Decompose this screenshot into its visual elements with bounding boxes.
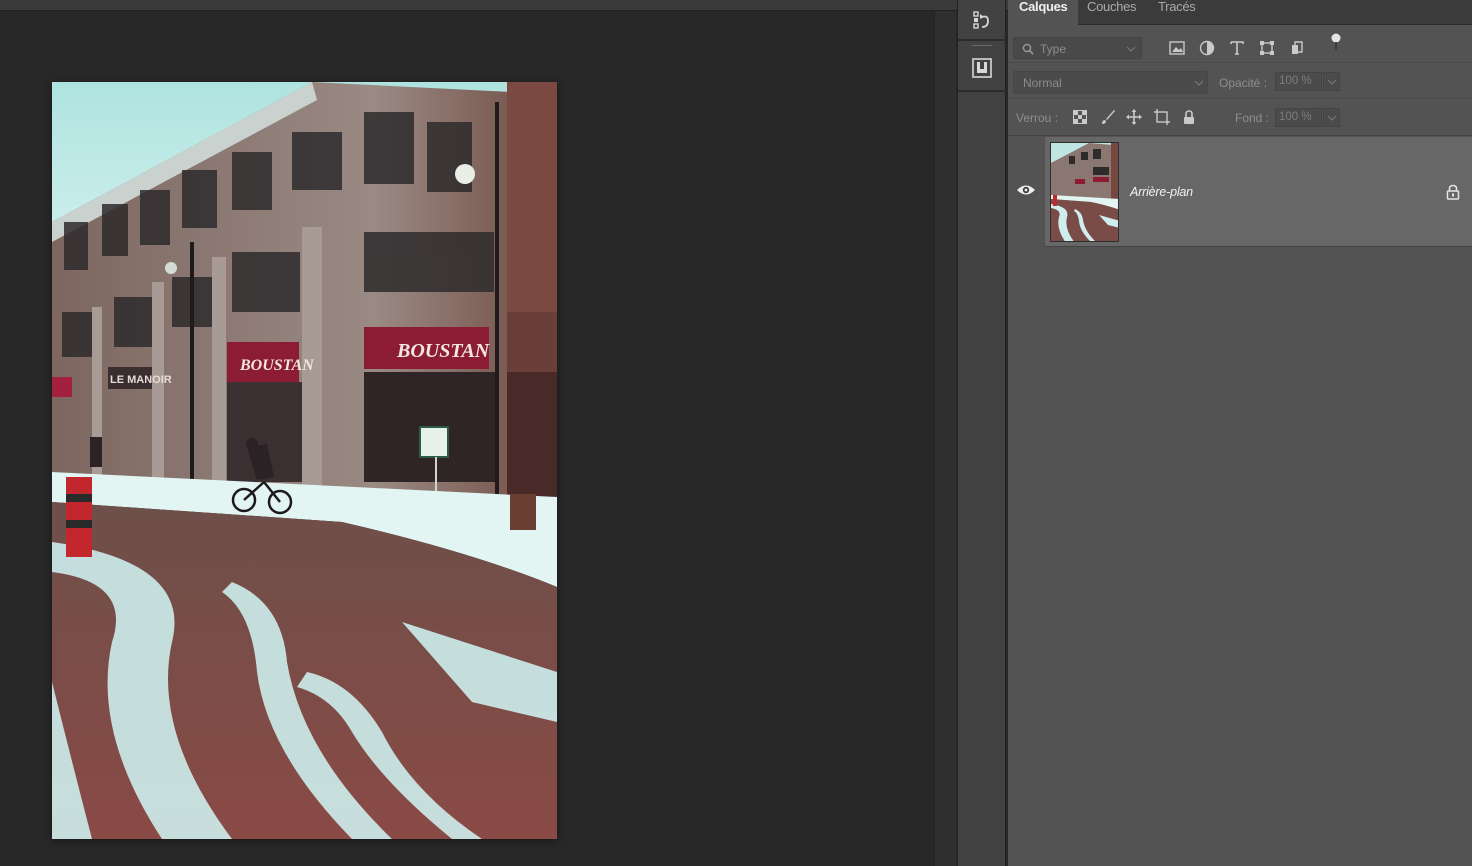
opacity-label: Opacité : [1219,76,1268,90]
chevron-down-icon [1127,47,1135,52]
layers-panel: Calques Couches Tracés Type Normal Opaci… [1008,0,1472,866]
canvas-vertical-scrollbar[interactable] [934,11,956,866]
layer-row[interactable]: Arrière-plan [1008,137,1472,247]
tab-calques[interactable]: Calques [1008,0,1079,26]
document-image[interactable]: BOUSTAN BOUSTAN LE MANOIR [52,82,557,839]
filter-kind-label: Type [1040,42,1067,56]
collapsed-panel-dock [957,0,1006,866]
search-icon [1022,43,1034,55]
photoshop-window: BOUSTAN BOUSTAN LE MANOIR Calques Couche… [0,0,1472,866]
tab-label: Couches [1087,0,1137,14]
visibility-column[interactable] [1008,137,1045,247]
svg-text:LE MANOIR: LE MANOIR [110,374,172,386]
fill-dropdown[interactable] [1323,108,1340,127]
shape-filter-icon[interactable] [1257,38,1277,58]
blend-mode-row: Normal Opacité : 100 % [1008,63,1472,99]
text-filter-icon[interactable] [1227,38,1247,58]
tab-label: Calques [1019,0,1068,14]
dock-separator [958,39,1006,41]
tab-couches[interactable]: Couches [1076,0,1147,25]
document-canvas-area[interactable]: BOUSTAN BOUSTAN LE MANOIR [0,0,1010,866]
svg-text:BOUSTAN: BOUSTAN [396,340,491,362]
opacity-field[interactable]: 100 % [1275,72,1322,91]
adjustment-filter-icon[interactable] [1197,38,1217,58]
eye-icon[interactable] [1016,183,1036,197]
panel-tab-bar: Calques Couches Tracés [1008,0,1472,26]
tab-traces[interactable]: Tracés [1147,0,1206,25]
lock-artboard-icon[interactable] [1153,108,1171,126]
smart-object-filter-icon[interactable] [1287,38,1307,58]
chevron-down-icon [1328,80,1336,85]
fill-label: Fond : [1235,111,1270,125]
filter-toggle-icon[interactable] [1326,32,1346,52]
lock-row: Verrou : Fond : 100 % [1008,99,1472,136]
lock-label: Verrou : [1016,111,1059,125]
filter-kind-select[interactable]: Type [1013,37,1142,59]
document-tab-strip [0,0,1010,11]
blend-mode-select[interactable]: Normal [1013,71,1208,94]
dock-grip[interactable] [972,45,992,46]
layer-thumbnail[interactable] [1050,142,1119,242]
lock-all-icon[interactable] [1180,108,1198,126]
dock-separator [958,90,1006,92]
lock-icon[interactable] [1446,184,1460,200]
opacity-dropdown[interactable] [1323,72,1340,91]
blend-mode-label: Normal [1023,76,1062,90]
svg-text:BOUSTAN: BOUSTAN [239,357,315,374]
lock-transparency-icon[interactable] [1071,108,1089,126]
history-icon[interactable] [959,2,1005,38]
chevron-down-icon [1195,81,1203,86]
layer-name[interactable]: Arrière-plan [1130,185,1193,199]
tab-label: Tracés [1158,0,1196,14]
image-filter-icon[interactable] [1167,38,1187,58]
properties-icon[interactable] [959,50,1005,86]
layer-filter-row: Type [1008,26,1472,63]
lock-position-icon[interactable] [1125,108,1143,126]
lock-image-pixels-icon[interactable] [1099,108,1117,126]
street-photo: BOUSTAN BOUSTAN LE MANOIR [52,82,557,839]
layer-thumbnail-image [1051,143,1118,241]
chevron-down-icon [1328,116,1336,121]
fill-field[interactable]: 100 % [1275,108,1322,127]
